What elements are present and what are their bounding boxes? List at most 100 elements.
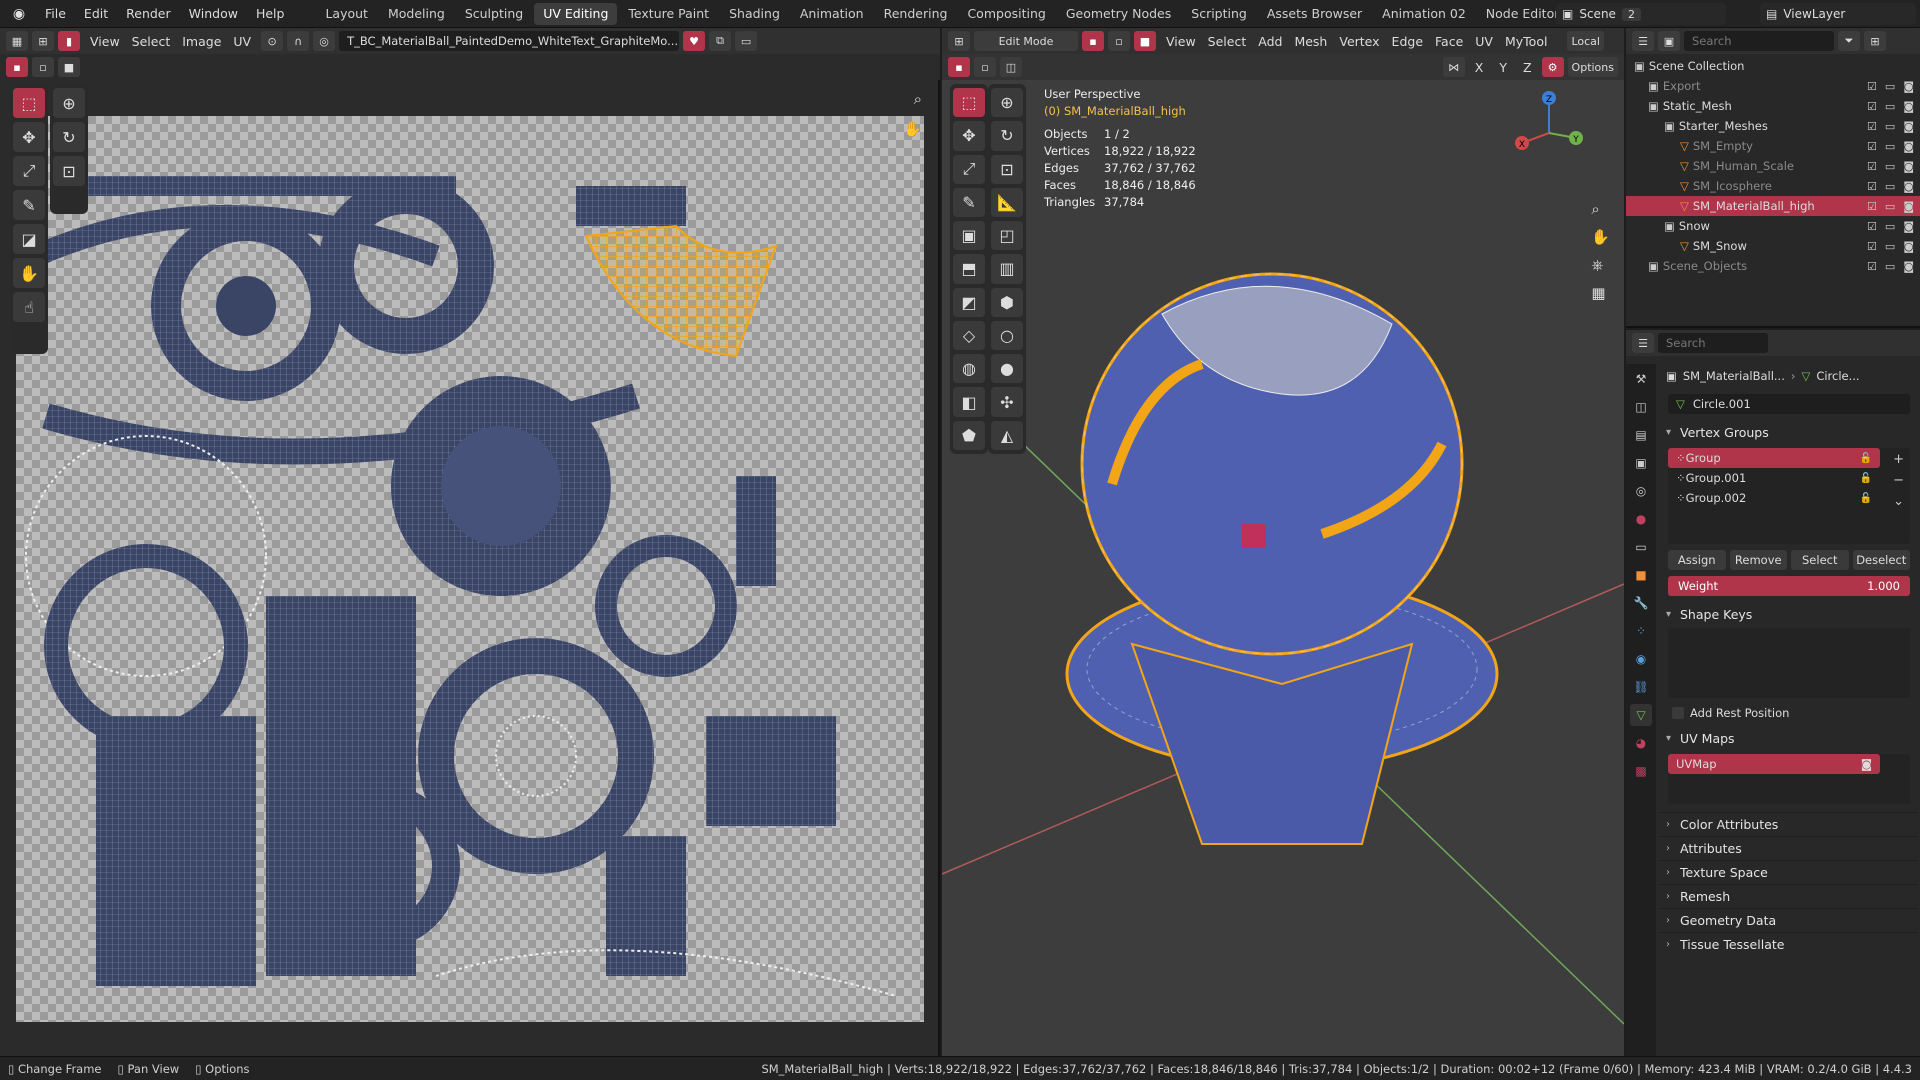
- scale-icon[interactable]: ⤢: [953, 154, 985, 184]
- outliner-row[interactable]: ▽ SM_Snow ☑ ▭ ◙: [1626, 236, 1920, 256]
- knife-icon[interactable]: ◇: [953, 320, 985, 351]
- camera-icon[interactable]: ◙: [1903, 180, 1914, 193]
- monitor-icon[interactable]: ▭: [1885, 220, 1895, 233]
- move-icon[interactable]: ✥: [953, 121, 985, 151]
- camera-icon[interactable]: ◙: [1903, 160, 1914, 173]
- vertex-groups-header[interactable]: ▾ Vertex Groups: [1660, 420, 1918, 444]
- relax-icon[interactable]: ☝: [13, 292, 45, 322]
- editor-type-icon[interactable]: ☰: [1632, 31, 1654, 51]
- outliner-row[interactable]: ▣ Static_Mesh ☑ ▭ ◙: [1626, 96, 1920, 116]
- tab-rendering[interactable]: Rendering: [875, 3, 957, 25]
- tab-scripting[interactable]: Scripting: [1182, 3, 1256, 25]
- tab-modeling[interactable]: Modeling: [379, 3, 454, 25]
- menu-render[interactable]: Render: [117, 0, 180, 28]
- viewport-menu-select[interactable]: Select: [1202, 34, 1253, 49]
- rip-region-icon[interactable]: ◭: [991, 420, 1023, 450]
- uv-maps-header[interactable]: ▾ UV Maps: [1660, 726, 1918, 750]
- outliner-row[interactable]: ▽ SM_Human_Scale ☑ ▭ ◙: [1626, 156, 1920, 176]
- pivot-icon[interactable]: ⊙: [261, 31, 284, 51]
- uv-select-mode-icon[interactable]: ⊞: [32, 31, 54, 51]
- tab-uv-editing[interactable]: UV Editing: [534, 2, 618, 25]
- zoom-icon[interactable]: ⌕: [1591, 200, 1610, 218]
- transform-icon[interactable]: ⊡: [53, 156, 85, 186]
- poly-build-icon[interactable]: ⬢: [991, 287, 1023, 317]
- vertex-group-item[interactable]: ⁘ Group.001 🔓: [1668, 468, 1880, 488]
- select-subtract-icon[interactable]: ◫: [1000, 57, 1022, 77]
- outliner-row[interactable]: ▣ Scene_Objects ☑ ▭ ◙: [1626, 256, 1920, 276]
- mesh-data-tab-icon[interactable]: ▽: [1630, 704, 1652, 726]
- view-layer-tab-icon[interactable]: ▣: [1630, 452, 1652, 474]
- texture-tab-icon[interactable]: ▩: [1630, 760, 1652, 782]
- select-box-icon[interactable]: ⬚: [13, 88, 45, 118]
- lock-icon[interactable]: 🔓: [1860, 493, 1872, 504]
- annotate-icon[interactable]: ✎: [13, 190, 45, 220]
- camera-icon[interactable]: ◙: [1903, 240, 1914, 253]
- output-tab-icon[interactable]: ▤: [1630, 424, 1652, 446]
- uv-menu-select[interactable]: Select: [126, 34, 177, 49]
- editor-type-icon[interactable]: ☰: [1632, 333, 1654, 353]
- checkbox-icon[interactable]: ☑: [1867, 80, 1877, 93]
- add-rest-position-row[interactable]: Add Rest Position: [1672, 706, 1908, 720]
- monitor-icon[interactable]: ▭: [1885, 200, 1895, 213]
- select-extend-icon[interactable]: ▫: [974, 57, 996, 77]
- menu-window[interactable]: Window: [180, 0, 247, 28]
- scene-selector[interactable]: ▣ Scene 2: [1556, 3, 1726, 25]
- vertex-select-icon[interactable]: ▪: [6, 57, 28, 77]
- smooth-icon[interactable]: ●: [991, 354, 1023, 384]
- camera-icon[interactable]: ◙: [1903, 120, 1914, 133]
- mode-selector[interactable]: Edit Mode: [974, 31, 1078, 51]
- snap-icon[interactable]: ∩: [287, 31, 310, 51]
- outliner-row[interactable]: ▣ Scene Collection: [1626, 56, 1920, 76]
- edge-select-icon[interactable]: ▫: [32, 57, 54, 77]
- camera-icon[interactable]: ◙: [1861, 757, 1872, 771]
- camera-icon[interactable]: ◙: [1903, 140, 1914, 153]
- vertex-group-item[interactable]: ⁘ Group 🔓: [1668, 448, 1880, 468]
- uv-sync-icon[interactable]: ▮: [58, 31, 80, 51]
- tab-animation[interactable]: Animation: [791, 3, 873, 25]
- camera-icon[interactable]: ◙: [1903, 260, 1914, 273]
- rotate-icon[interactable]: ↻: [991, 121, 1023, 151]
- particles-tab-icon[interactable]: ⁘: [1630, 620, 1652, 642]
- scene-tab-icon[interactable]: ◎: [1630, 480, 1652, 502]
- mesh-name-field[interactable]: ▽ Circle.001: [1668, 394, 1910, 414]
- monitor-icon[interactable]: ▭: [1885, 80, 1895, 93]
- view-layer-selector[interactable]: ▤ ViewLayer: [1760, 3, 1916, 25]
- monitor-icon[interactable]: ▭: [1885, 160, 1895, 173]
- cursor-icon[interactable]: ⊕: [991, 88, 1023, 118]
- annotate-icon[interactable]: ✎: [953, 187, 985, 218]
- physics-tab-icon[interactable]: ◉: [1630, 648, 1652, 670]
- menu-edit[interactable]: Edit: [75, 0, 117, 28]
- viewport-menu-mesh[interactable]: Mesh: [1288, 34, 1333, 49]
- tab-compositing[interactable]: Compositing: [958, 3, 1054, 25]
- section-tissue-tessellate[interactable]: › Tissue Tessellate: [1660, 932, 1918, 956]
- zoom-icon[interactable]: ⌕: [914, 90, 922, 108]
- checkbox-icon[interactable]: ☑: [1867, 160, 1877, 173]
- face-select-icon[interactable]: ■: [58, 57, 80, 77]
- collection-tab-icon[interactable]: ▭: [1630, 536, 1652, 558]
- edge-select-mode-icon[interactable]: ▫: [1108, 31, 1130, 51]
- vg-deselect-button[interactable]: Deselect: [1852, 550, 1910, 570]
- tab-assets-browser[interactable]: Assets Browser: [1258, 3, 1371, 25]
- render-tab-icon[interactable]: ◫: [1630, 396, 1652, 418]
- image-browser[interactable]: T_BC_MaterialBall_PaintedDemo_WhiteText_…: [339, 31, 680, 51]
- camera-icon[interactable]: ◙: [1903, 80, 1914, 93]
- menu-icon[interactable]: ⌄: [1893, 494, 1904, 509]
- display-mode-icon[interactable]: ▣: [1658, 31, 1680, 51]
- measure-icon[interactable]: 📐: [991, 187, 1023, 218]
- 3d-viewport[interactable]: ⊞ Edit Mode ▪ ▫ ■ View Select Add Mesh Verte…: [942, 28, 1624, 1056]
- tab-shading[interactable]: Shading: [720, 3, 789, 25]
- monitor-icon[interactable]: ▭: [1885, 180, 1895, 193]
- monitor-icon[interactable]: ▭: [1885, 260, 1895, 273]
- spin-icon[interactable]: ◍: [953, 354, 985, 384]
- axis-z[interactable]: Z: [1517, 60, 1538, 75]
- axis-x[interactable]: X: [1469, 60, 1490, 75]
- pan-hand-icon[interactable]: ✋: [903, 120, 922, 138]
- fake-user-icon[interactable]: ♥: [683, 31, 706, 51]
- uv-map-item[interactable]: UVMap ◙: [1668, 754, 1880, 774]
- monitor-icon[interactable]: ▭: [1885, 120, 1895, 133]
- remove-icon[interactable]: −: [1893, 473, 1904, 488]
- checkbox-icon[interactable]: ☑: [1867, 140, 1877, 153]
- object-tab-icon[interactable]: ■: [1630, 564, 1652, 586]
- monitor-icon[interactable]: ▭: [1885, 100, 1895, 113]
- options-dropdown[interactable]: Options: [1567, 57, 1618, 77]
